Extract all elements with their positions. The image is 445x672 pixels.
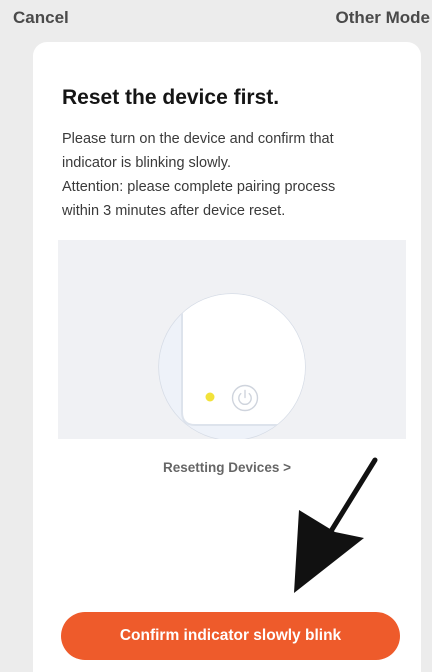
instructions-line: Please turn on the device and confirm th… [62, 131, 334, 147]
indicator-light-icon [205, 392, 215, 402]
confirm-indicator-button[interactable]: Confirm indicator slowly blink [61, 612, 400, 660]
device-illustration-graphic [158, 293, 306, 441]
resetting-devices-link[interactable]: Resetting Devices > [33, 460, 421, 475]
page-title: Reset the device first. [62, 86, 280, 109]
device-illustration [58, 240, 406, 441]
instructions-line: Attention: please complete pairing proce… [62, 179, 336, 195]
cancel-button[interactable]: Cancel [13, 8, 69, 28]
reset-instructions-card: Reset the device first. Please turn on t… [33, 42, 421, 672]
screen-edge [432, 0, 445, 672]
instructions-line: within 3 minutes after device reset. [62, 203, 286, 219]
top-bar: Cancel Other Mode [0, 0, 432, 36]
screen: Cancel Other Mode Reset the device first… [0, 0, 432, 672]
instructions-text: Please turn on the device and confirm th… [62, 127, 392, 223]
instructions-line: indicator is blinking slowly. [62, 155, 231, 171]
other-mode-button[interactable]: Other Mode [336, 8, 430, 28]
